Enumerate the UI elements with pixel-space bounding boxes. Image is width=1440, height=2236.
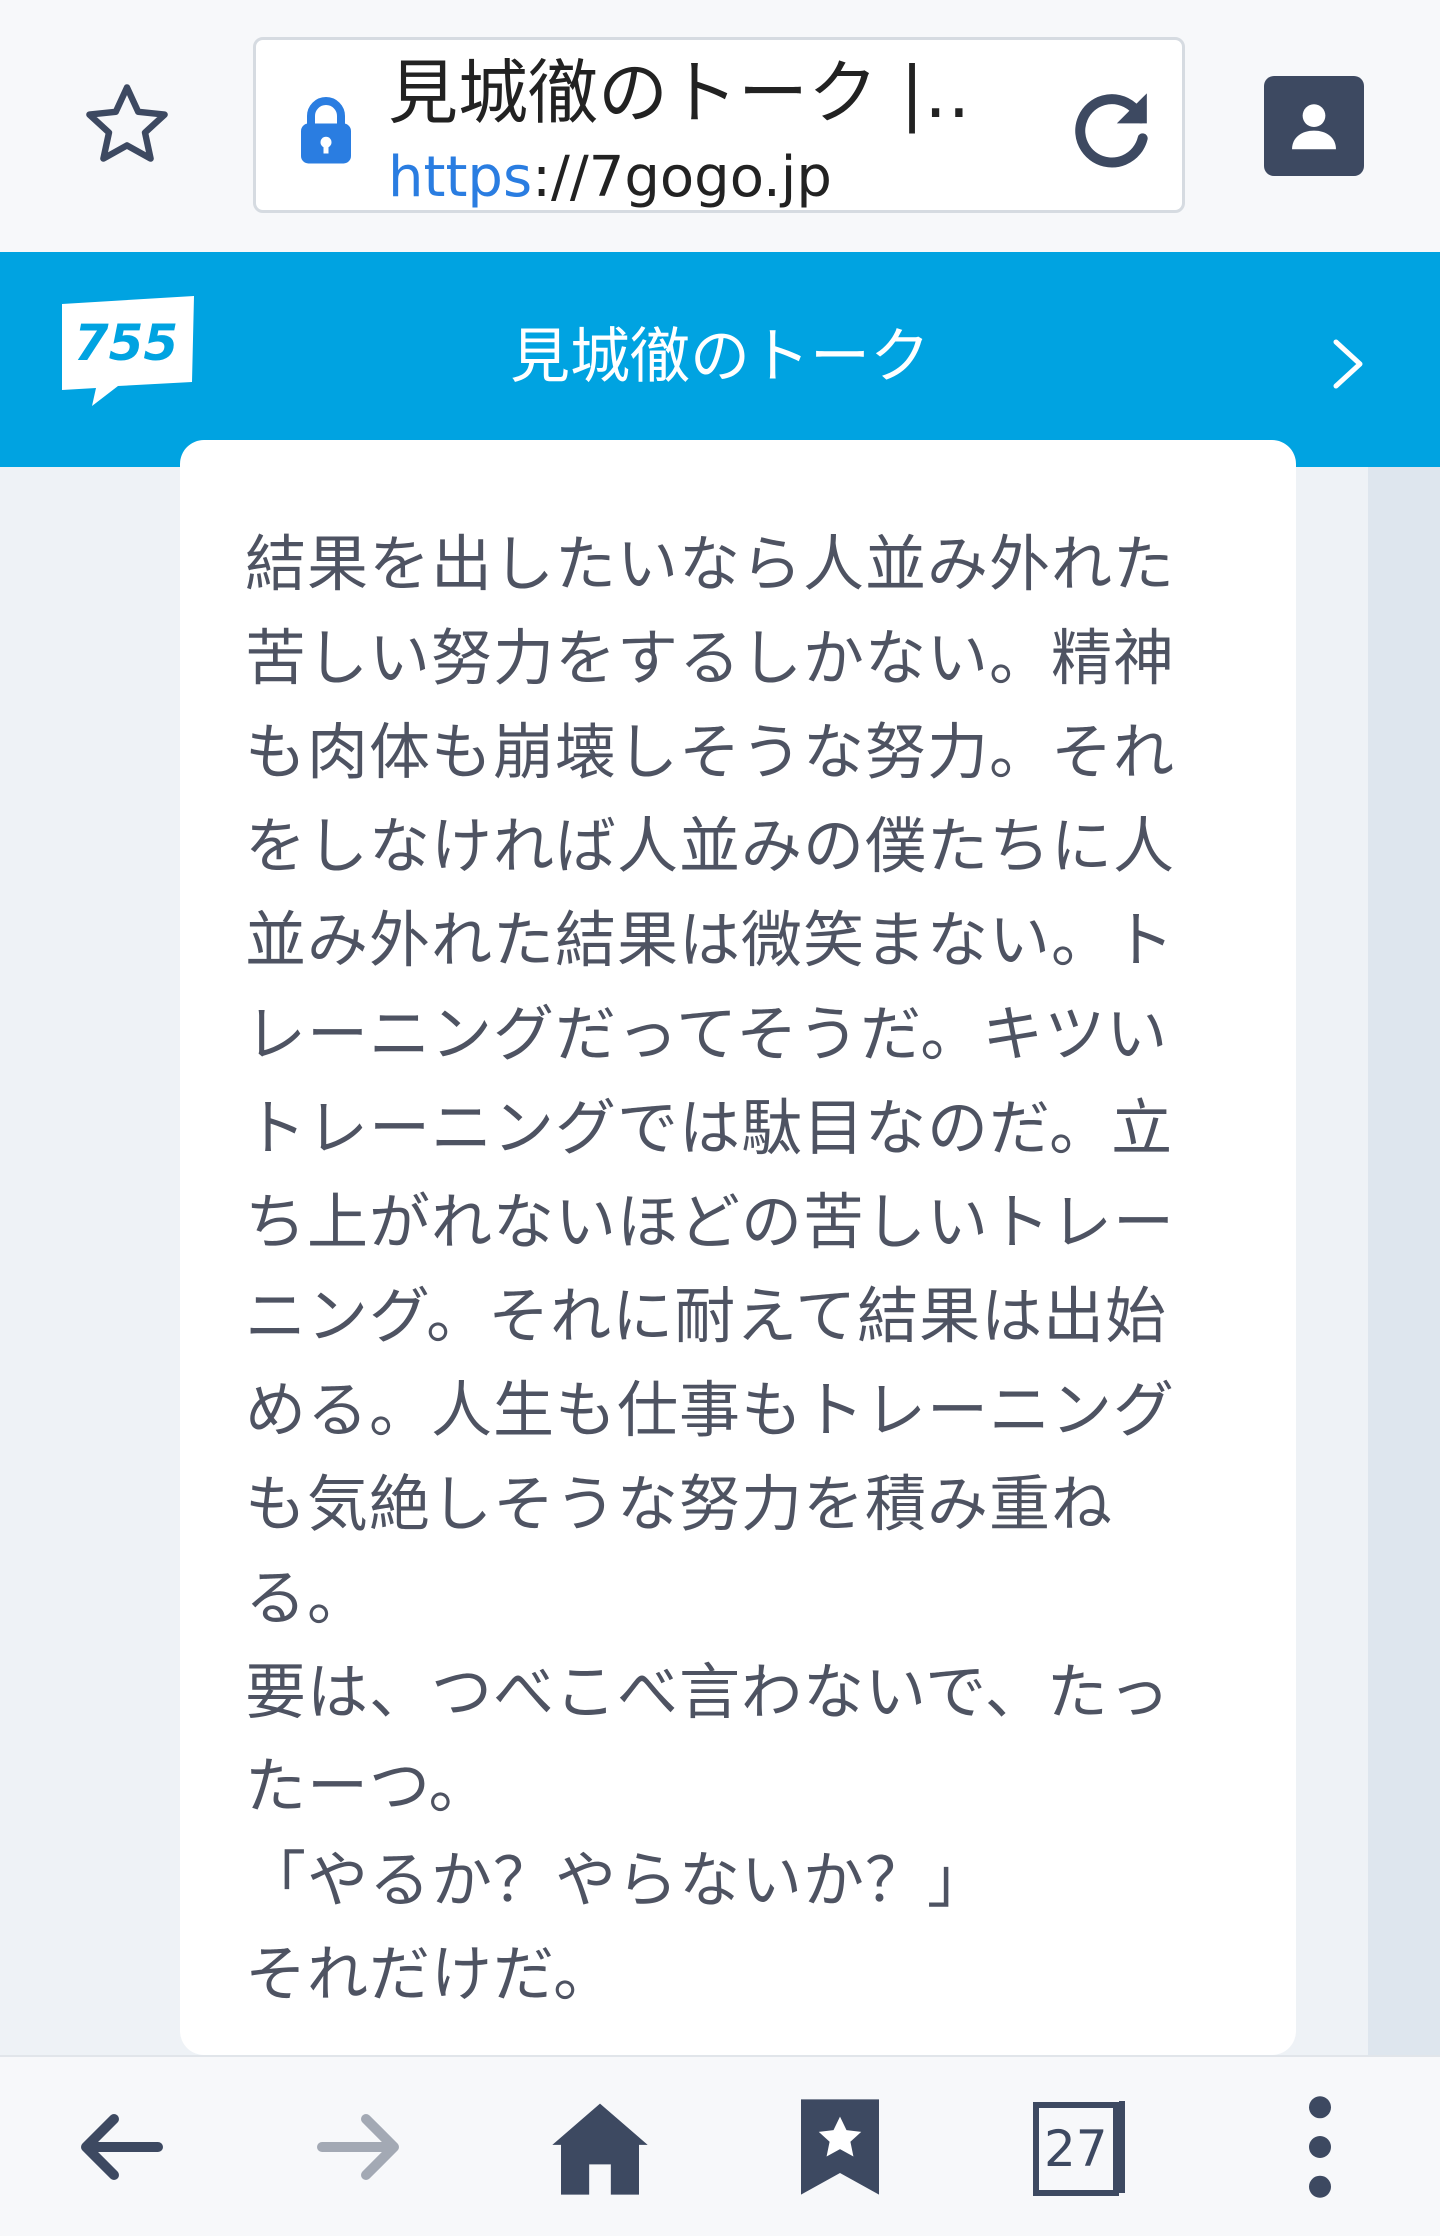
back-arrow-icon bbox=[81, 2113, 163, 2180]
post-card: 結果を出したいなら人並み外れた苦しい努力をするしかない。精神も肉体も崩壊しそうな… bbox=[180, 440, 1296, 2055]
reload-icon[interactable] bbox=[1061, 80, 1161, 180]
forward-button[interactable] bbox=[270, 2057, 450, 2236]
url-host: ://7gogo.jp bbox=[532, 145, 832, 210]
right-gutter bbox=[1368, 467, 1440, 2055]
user-icon bbox=[1292, 104, 1336, 150]
url-text: https://7gogo.jp bbox=[388, 148, 832, 208]
browser-toolbar: 見城徹のトーク |… https://7gogo.jp bbox=[0, 0, 1440, 252]
tab-count: 27 bbox=[1044, 2119, 1108, 2178]
home-icon bbox=[552, 2103, 648, 2195]
tabs-icon: 27 bbox=[1030, 2097, 1130, 2197]
lock-icon bbox=[296, 96, 356, 166]
forward-arrow-icon bbox=[317, 2113, 399, 2180]
bookmark-star-icon[interactable] bbox=[72, 70, 182, 180]
chevron-right-icon[interactable] bbox=[1328, 334, 1368, 394]
menu-button[interactable] bbox=[1230, 2057, 1410, 2236]
page-title-in-address-bar: 見城徹のトーク |… bbox=[388, 52, 978, 134]
url-scheme: https bbox=[388, 145, 533, 210]
post-body: 結果を出したいなら人並み外れた苦しい努力をするしかない。精神も肉体も崩壊しそうな… bbox=[245, 529, 1176, 2010]
address-bar[interactable]: 見城徹のトーク |… https://7gogo.jp bbox=[253, 37, 1185, 213]
bookmarks-button[interactable] bbox=[750, 2057, 930, 2236]
back-button[interactable] bbox=[30, 2057, 210, 2236]
header-title: 見城徹のトーク bbox=[510, 322, 930, 392]
tabs-button[interactable]: 27 bbox=[990, 2057, 1170, 2236]
browser-bottom-nav: 27 bbox=[0, 2055, 1440, 2236]
home-button[interactable] bbox=[510, 2057, 690, 2236]
more-vertical-icon bbox=[1309, 2095, 1331, 2198]
bookmarks-icon bbox=[801, 2098, 879, 2195]
site-header: 755 見城徹のトーク bbox=[0, 252, 1440, 467]
profile-button[interactable] bbox=[1264, 76, 1364, 176]
